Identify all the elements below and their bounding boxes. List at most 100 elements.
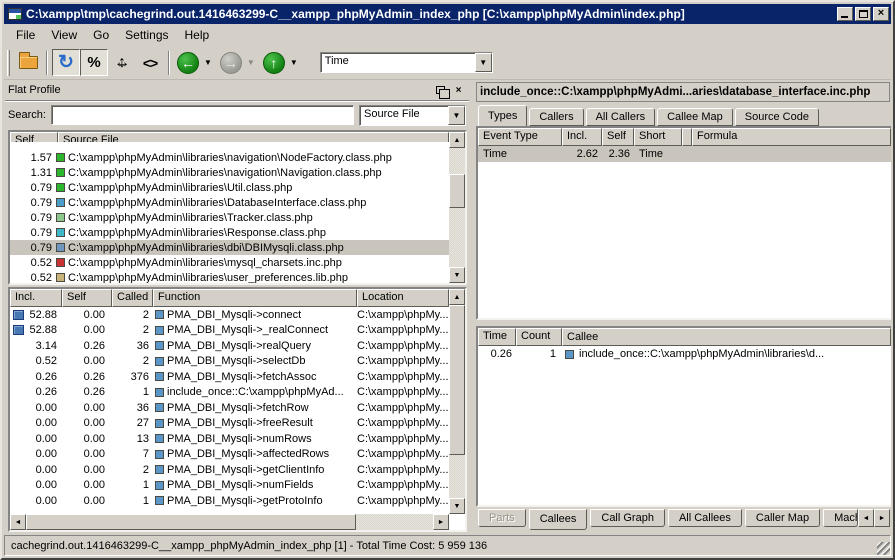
toolbar-handle[interactable] — [7, 50, 10, 76]
menu-item-help[interactable]: Help — [177, 26, 218, 44]
back-dropdown-caret[interactable]: ▼ — [204, 58, 212, 67]
callees-table-header: TimeCountCallee — [478, 328, 891, 346]
table-row[interactable]: Time 2.62 2.36 Time — [478, 146, 891, 162]
column-header-self[interactable]: Self — [602, 128, 634, 146]
up-button[interactable]: ↑ — [260, 49, 288, 76]
column-header-event-type[interactable]: Event Type — [478, 128, 562, 146]
scroll-down-button[interactable]: ▼ — [449, 498, 465, 514]
function-row[interactable]: 0.000.0027PMA_DBI_Mysqli->freeResultC:\x… — [10, 416, 449, 432]
up-dropdown-caret[interactable]: ▼ — [290, 58, 298, 67]
scroll-up-button[interactable]: ▲ — [449, 289, 465, 305]
refresh-icon: ↻ — [58, 54, 74, 72]
tab-all-callers[interactable]: All Callers — [586, 108, 656, 126]
back-button[interactable]: ← — [174, 49, 202, 76]
self-cost-cell: 0.00 — [62, 448, 112, 460]
open-file-button[interactable] — [14, 49, 42, 76]
forward-button[interactable]: → — [217, 49, 245, 76]
file-row[interactable]: 0.52C:\xampp\phpMyAdmin\libraries\user_p… — [10, 270, 449, 283]
combo-dropdown-button[interactable]: ▼ — [475, 53, 492, 72]
tab-scroll-left-button[interactable]: ◄ — [858, 509, 874, 527]
file-row[interactable]: 1.31C:\xampp\phpMyAdmin\libraries\naviga… — [10, 165, 449, 180]
scroll-down-button[interactable]: ▼ — [449, 267, 465, 283]
resize-grip[interactable] — [877, 542, 890, 555]
column-header-incl-[interactable]: Incl. — [10, 289, 62, 307]
function-row[interactable]: 52.880.002PMA_DBI_Mysqli->connectC:\xamp… — [10, 307, 449, 323]
scroll-track[interactable] — [449, 305, 465, 498]
event-type-combo-value: Time — [321, 53, 475, 72]
relative-cost-button[interactable]: ↔↕ — [108, 49, 136, 76]
location-cell: C:\xampp\phpMy... — [357, 371, 449, 383]
dock-close-button[interactable]: × — [451, 83, 466, 97]
scroll-right-button[interactable]: ► — [433, 514, 449, 530]
function-row[interactable]: 3.140.2636PMA_DBI_Mysqli->realQueryC:\xa… — [10, 338, 449, 354]
tab-machine[interactable]: Machine — [823, 509, 858, 527]
event-type-combo[interactable]: Time ▼ — [320, 52, 493, 73]
percent-toggle-button[interactable]: % — [80, 49, 108, 76]
table-row[interactable]: 0.26 1 include_once::C:\xampp\phpMyAdmin… — [478, 346, 891, 362]
column-header-time[interactable]: Time — [478, 328, 516, 346]
scroll-thumb[interactable] — [449, 305, 465, 455]
scroll-thumb[interactable] — [449, 174, 465, 208]
column-header-count[interactable]: Count — [516, 328, 562, 346]
function-row[interactable]: 0.000.007PMA_DBI_Mysqli->affectedRowsC:\… — [10, 447, 449, 463]
menu-item-view[interactable]: View — [43, 26, 85, 44]
tab-callee-map[interactable]: Callee Map — [657, 108, 733, 126]
tab-caller-map[interactable]: Caller Map — [745, 509, 820, 527]
cost-bar-icon — [13, 310, 24, 320]
function-icon — [155, 388, 164, 397]
function-row[interactable]: 0.520.002PMA_DBI_Mysqli->selectDbC:\xamp… — [10, 354, 449, 370]
tab-source-code[interactable]: Source Code — [735, 108, 819, 126]
column-header-location[interactable]: Location — [357, 289, 449, 307]
tab-all-callees[interactable]: All Callees — [668, 509, 742, 527]
group-by-combo[interactable]: Source File ▼ — [359, 105, 466, 126]
close-button[interactable]: × — [873, 7, 889, 21]
column-header-called[interactable]: Called — [112, 289, 153, 307]
function-row[interactable]: 0.000.0036PMA_DBI_Mysqli->fetchRowC:\xam… — [10, 400, 449, 416]
maximize-button[interactable] — [855, 7, 871, 21]
menu-item-settings[interactable]: Settings — [117, 26, 176, 44]
tab-types[interactable]: Types — [478, 105, 527, 126]
scroll-up-button[interactable]: ▲ — [449, 132, 465, 148]
column-header-formula[interactable]: Formula — [692, 128, 891, 146]
function-row[interactable]: 0.260.26376PMA_DBI_Mysqli->fetchAssocC:\… — [10, 369, 449, 385]
menu-item-file[interactable]: File — [8, 26, 43, 44]
shorten-templates-button[interactable]: <> — [136, 49, 164, 76]
function-row[interactable]: 0.260.261include_once::C:\xampp\phpMyAd.… — [10, 385, 449, 401]
file-row[interactable]: 0.52C:\xampp\phpMyAdmin\libraries\mysql_… — [10, 255, 449, 270]
file-row[interactable]: 1.57C:\xampp\phpMyAdmin\libraries\naviga… — [10, 150, 449, 165]
function-row[interactable]: 0.000.0013PMA_DBI_Mysqli->numRowsC:\xamp… — [10, 431, 449, 447]
file-row[interactable]: 0.79C:\xampp\phpMyAdmin\libraries\Util.c… — [10, 180, 449, 195]
column-header-short[interactable]: Short — [634, 128, 682, 146]
file-row[interactable]: 0.79C:\xampp\phpMyAdmin\libraries\Databa… — [10, 195, 449, 210]
incl-cost-cell: 0.00 — [10, 433, 62, 445]
forward-dropdown-caret[interactable]: ▼ — [247, 58, 255, 67]
dock-float-button[interactable] — [433, 83, 448, 97]
column-header-self[interactable]: Self — [62, 289, 112, 307]
tab-call-graph[interactable]: Call Graph — [590, 509, 665, 527]
combo-dropdown-button[interactable]: ▼ — [448, 106, 465, 125]
cycle-toggle-button[interactable]: ↻ — [52, 49, 80, 76]
search-input[interactable] — [51, 105, 354, 125]
column-header-callee[interactable]: Callee — [562, 328, 891, 346]
function-row[interactable]: 0.000.002PMA_DBI_Mysqli->getClientInfoC:… — [10, 462, 449, 478]
file-row[interactable]: 0.79C:\xampp\phpMyAdmin\libraries\dbi\DB… — [10, 240, 449, 255]
function-row[interactable]: 0.000.001PMA_DBI_Mysqli->getProtoInfoC:\… — [10, 493, 449, 509]
function-icon — [155, 341, 164, 350]
scroll-thumb[interactable] — [26, 514, 356, 530]
minimize-button[interactable] — [837, 7, 853, 21]
file-row[interactable]: 0.79C:\xampp\phpMyAdmin\libraries\Tracke… — [10, 210, 449, 225]
function-row[interactable]: 0.000.001PMA_DBI_Mysqli->numFieldsC:\xam… — [10, 478, 449, 494]
scroll-left-button[interactable]: ◄ — [10, 514, 26, 530]
tab-scroll-right-button[interactable]: ► — [874, 509, 890, 527]
tab-callees[interactable]: Callees — [529, 509, 588, 530]
column-header-function[interactable]: Function — [153, 289, 357, 307]
scroll-track[interactable] — [449, 148, 465, 267]
function-row[interactable]: 52.880.002PMA_DBI_Mysqli->_realConnectC:… — [10, 323, 449, 339]
detail-tab-bar: TypesCallersAll CallersCallee MapSource … — [478, 105, 890, 126]
scroll-track[interactable] — [356, 514, 433, 530]
tab-callers[interactable]: Callers — [529, 108, 583, 126]
column-header-incl-[interactable]: Incl. — [562, 128, 602, 146]
color-swatch-icon — [56, 198, 65, 207]
file-row[interactable]: 0.79C:\xampp\phpMyAdmin\libraries\Respon… — [10, 225, 449, 240]
menu-item-go[interactable]: Go — [85, 26, 117, 44]
